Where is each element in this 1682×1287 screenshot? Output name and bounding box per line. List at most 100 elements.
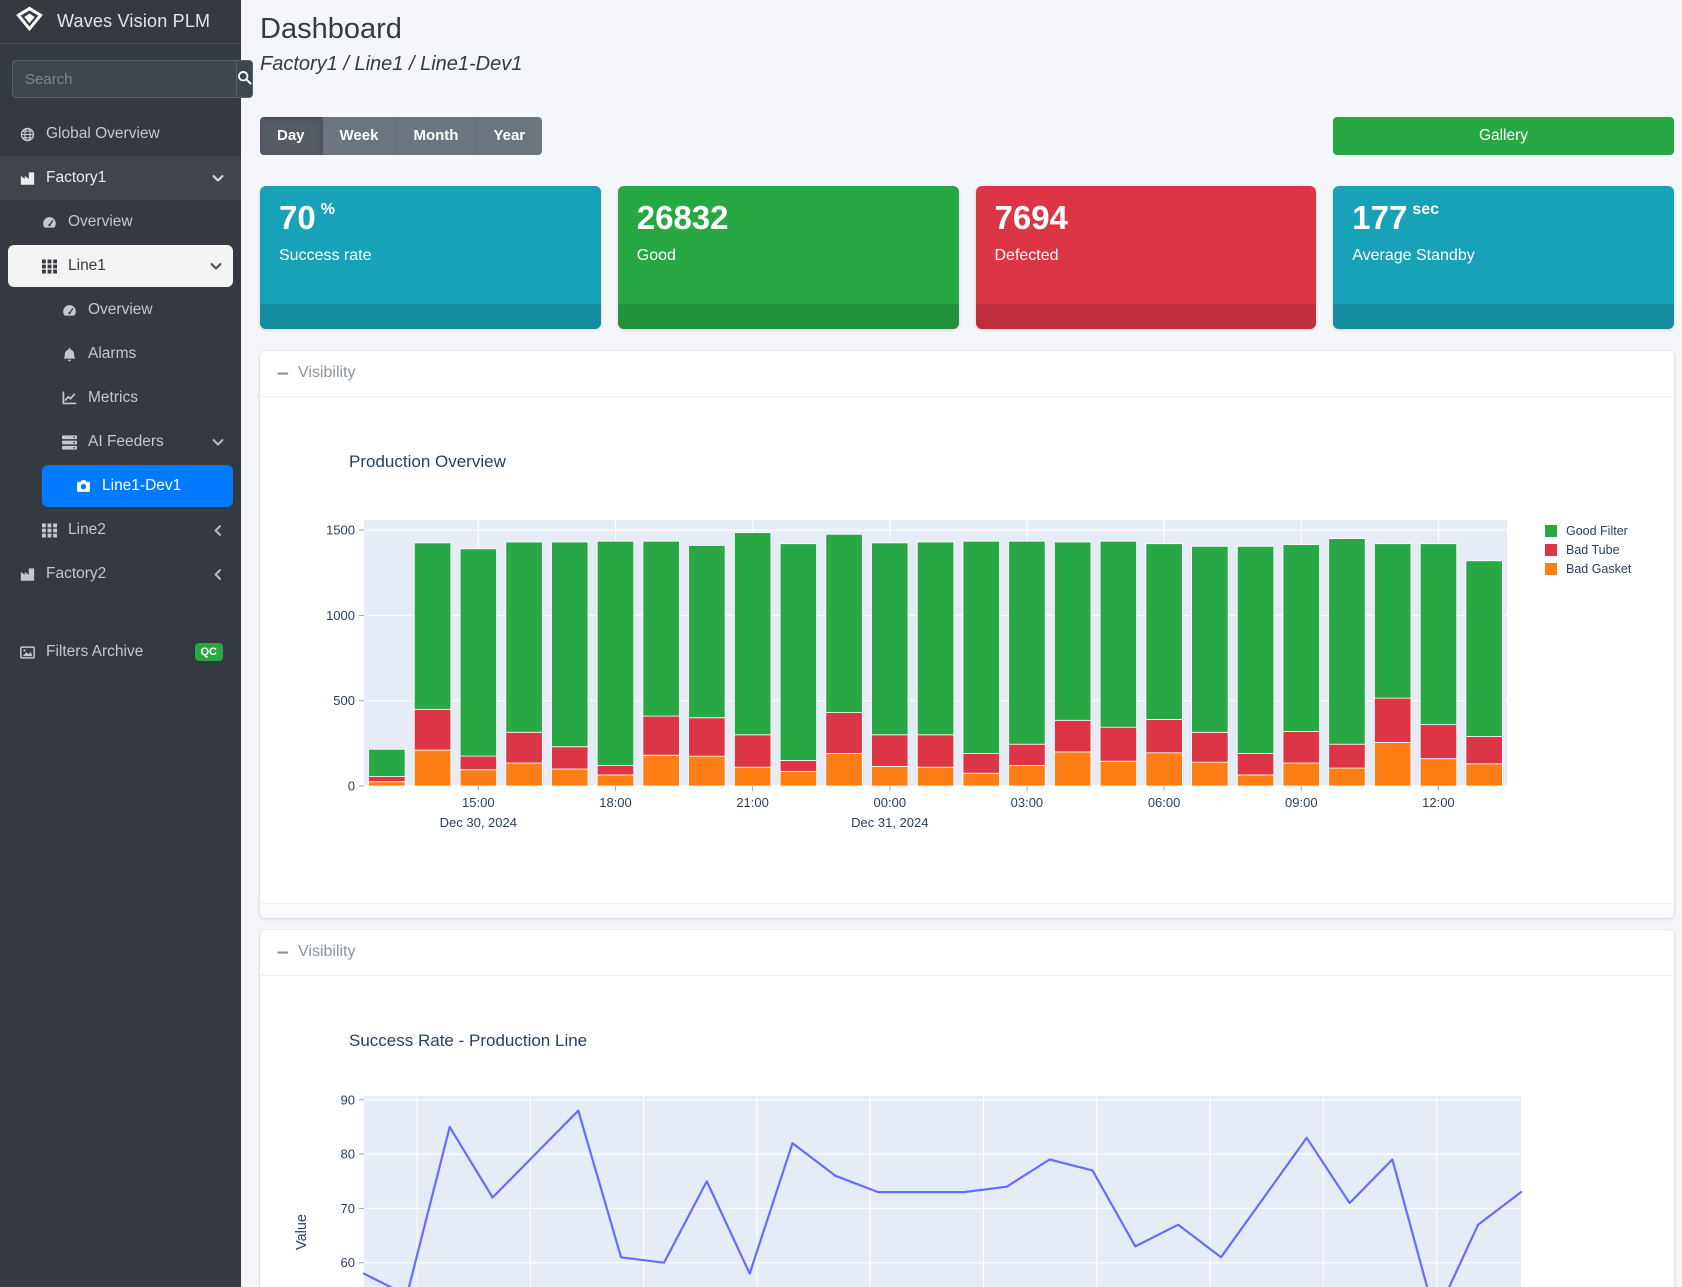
bar-chart-plot: 05001000150015:0018:0021:0000:0003:0006:… xyxy=(260,516,1674,846)
page-title: Dashboard xyxy=(260,14,1674,46)
stat-value: 7694 xyxy=(995,199,1068,236)
svg-text:09:00: 09:00 xyxy=(1285,795,1318,810)
sidebar-item-label: Overview xyxy=(68,213,241,231)
factory-icon xyxy=(20,171,35,186)
svg-text:06:00: 06:00 xyxy=(1148,795,1181,810)
main-content: Dashboard Factory1 / Line1 / Line1-Dev1 … xyxy=(241,0,1682,1287)
grid-icon xyxy=(42,259,57,274)
gallery-button[interactable]: Gallery xyxy=(1333,117,1674,155)
search-input[interactable] xyxy=(12,60,236,98)
qc-badge: QC xyxy=(195,643,224,661)
svg-text:Dec 31, 2024: Dec 31, 2024 xyxy=(851,815,928,830)
sidebar-item-label: Overview xyxy=(88,301,241,319)
sidebar-search xyxy=(12,60,229,98)
panel1-header-label: Visibility xyxy=(298,364,356,382)
panel1-collapse-header[interactable]: Visibility xyxy=(260,351,1674,397)
sidebar-item-label: AI Feeders xyxy=(88,433,200,451)
svg-text:15:00: 15:00 xyxy=(462,795,495,810)
factory-icon xyxy=(20,567,35,582)
brand-logo-icon xyxy=(14,6,45,38)
sidebar: Waves Vision PLM Global Overview Factory1… xyxy=(0,0,241,1287)
breadcrumb: Factory1 / Line1 / Line1-Dev1 xyxy=(260,53,1674,76)
sidebar-item-factory1[interactable]: Factory1 xyxy=(0,156,241,200)
stat-value: 177 xyxy=(1352,199,1407,236)
production-overview-panel: Visibility Production Overview Good Filt… xyxy=(260,351,1674,918)
stat-label: Good xyxy=(637,247,940,265)
svg-text:70: 70 xyxy=(341,1201,355,1216)
range-button-day[interactable]: Day xyxy=(260,117,323,155)
sidebar-item-label: Global Overview xyxy=(46,125,241,143)
sidebar-item-global-overview[interactable]: Global Overview xyxy=(0,112,241,156)
server-icon xyxy=(62,435,77,450)
stat-card-success-rate: 70%Success rate xyxy=(260,186,601,329)
svg-text:500: 500 xyxy=(333,693,355,708)
stat-label: Defected xyxy=(995,247,1298,265)
panel2-header-label: Visibility xyxy=(298,943,356,961)
svg-text:21:00: 21:00 xyxy=(736,795,769,810)
svg-text:03:00: 03:00 xyxy=(1011,795,1044,810)
panel1-footer xyxy=(260,903,1674,918)
sidebar-item-line1[interactable]: Line1 xyxy=(8,245,233,287)
production-overview-chart: Production Overview Good FilterBad TubeB… xyxy=(260,397,1674,903)
sidebar-item-label: Line2 xyxy=(68,521,200,539)
collapse-dash-icon xyxy=(277,366,290,381)
stat-card-good: 26832Good xyxy=(618,186,959,329)
sidebar-item-label: Line1-Dev1 xyxy=(102,477,233,495)
panel2-collapse-header[interactable]: Visibility xyxy=(260,930,1674,976)
chevron-left-icon xyxy=(211,523,225,538)
sidebar-item-label: Filters Archive xyxy=(46,643,184,661)
sidebar-item-alarms[interactable]: Alarms xyxy=(0,332,241,376)
sidebar-item-line1-dev1[interactable]: Line1-Dev1 xyxy=(42,465,233,507)
stat-card-footer-strip xyxy=(618,304,959,329)
sidebar-item-overview[interactable]: Overview xyxy=(0,200,241,244)
range-button-week[interactable]: Week xyxy=(323,117,397,155)
svg-text:00:00: 00:00 xyxy=(874,795,907,810)
sidebar-nav: Global Overview Factory1 Overview Line1 Over… xyxy=(0,112,241,674)
bar-chart-title: Production Overview xyxy=(349,452,506,472)
camera-icon xyxy=(76,479,91,494)
chevron-down-icon xyxy=(209,259,223,274)
svg-text:Dec 30, 2024: Dec 30, 2024 xyxy=(440,815,517,830)
success-rate-chart: Success Rate - Production Line 90807060V… xyxy=(260,976,1674,1287)
range-button-month[interactable]: Month xyxy=(396,117,476,155)
sidebar-item-ai-feeders[interactable]: AI Feeders xyxy=(0,420,241,464)
svg-text:12:00: 12:00 xyxy=(1422,795,1455,810)
sidebar-item-metrics[interactable]: Metrics xyxy=(0,376,241,420)
line-chart-title: Success Rate - Production Line xyxy=(349,1031,587,1051)
range-button-year[interactable]: Year xyxy=(476,117,542,155)
globe-icon xyxy=(20,127,35,142)
stat-card-defected: 7694 Defected xyxy=(976,186,1317,329)
image-icon xyxy=(20,645,35,660)
stat-unit: % xyxy=(321,201,335,218)
stat-card-footer-strip xyxy=(1333,304,1674,329)
bell-icon xyxy=(62,347,77,362)
svg-text:80: 80 xyxy=(341,1146,355,1161)
chevron-down-icon xyxy=(211,171,225,186)
stat-cards-row: 70%Success rate26832Good 7694 Defected 177 s… xyxy=(260,186,1674,329)
stat-card-average-standby: 177secAverage Standby xyxy=(1333,186,1674,329)
stat-value: 70 xyxy=(279,199,316,236)
stat-card-footer-strip xyxy=(260,304,601,329)
sidebar-item-label: Line1 xyxy=(68,257,198,275)
brand: Waves Vision PLM xyxy=(0,0,241,44)
chevron-down-icon xyxy=(211,435,225,450)
search-button[interactable] xyxy=(236,60,253,98)
sidebar-item-filters-archive[interactable]: Filters Archive QC xyxy=(0,630,241,674)
success-rate-panel: Visibility Success Rate - Production Lin… xyxy=(260,930,1674,1287)
gauge-icon xyxy=(42,215,57,230)
svg-text:Value: Value xyxy=(294,1214,310,1250)
sidebar-item-label: Metrics xyxy=(88,389,241,407)
stat-unit: sec xyxy=(1412,201,1439,218)
sidebar-item-factory2[interactable]: Factory2 xyxy=(0,552,241,596)
svg-text:1000: 1000 xyxy=(326,608,355,623)
search-icon xyxy=(237,70,252,88)
collapse-dash-icon xyxy=(277,945,290,960)
stat-card-footer-strip xyxy=(976,304,1317,329)
svg-text:60: 60 xyxy=(341,1255,355,1270)
brand-title: Waves Vision PLM xyxy=(57,11,210,32)
sidebar-item-overview[interactable]: Overview xyxy=(0,288,241,332)
chart-line-icon xyxy=(62,391,77,406)
sidebar-item-line2[interactable]: Line2 xyxy=(0,508,241,552)
svg-text:1500: 1500 xyxy=(326,522,355,537)
chevron-left-icon xyxy=(211,567,225,582)
